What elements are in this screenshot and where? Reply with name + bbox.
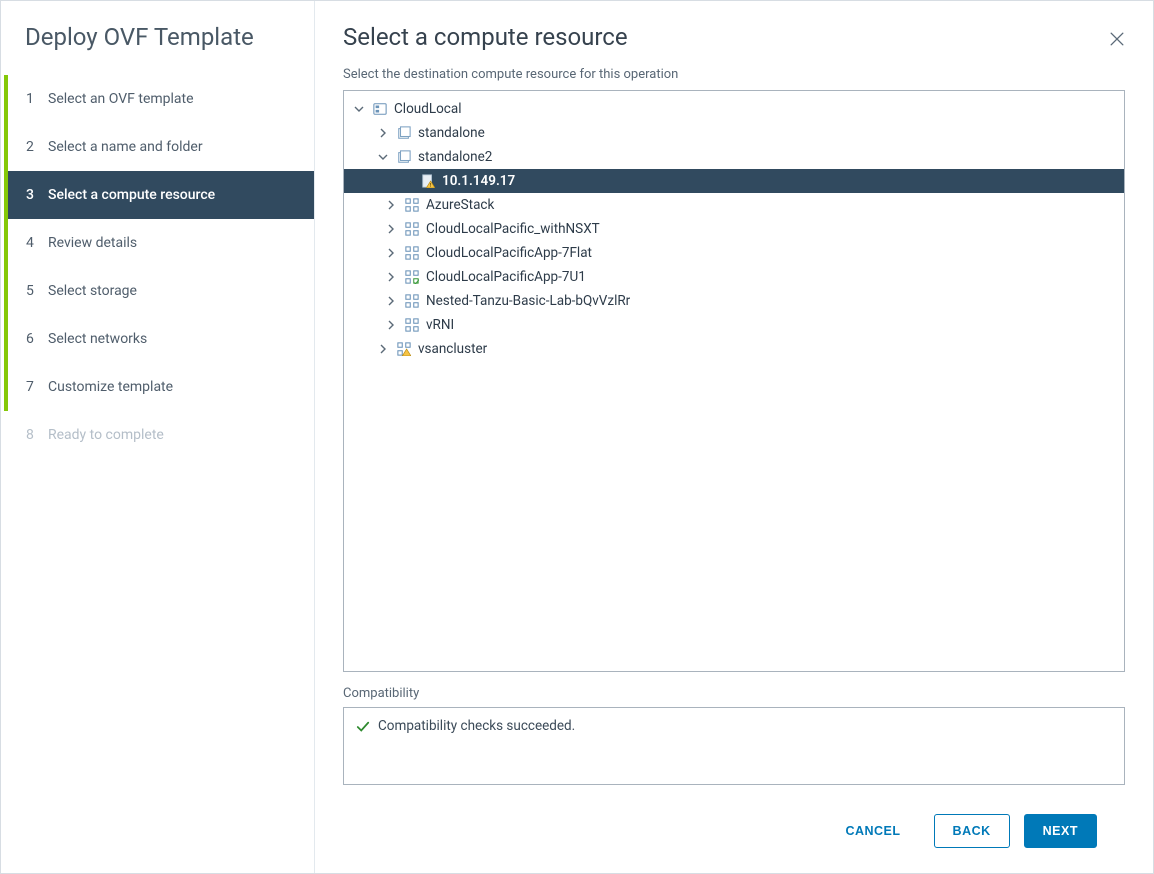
check-icon xyxy=(356,720,370,734)
cluster-icon xyxy=(404,317,420,333)
datacenter-icon xyxy=(372,101,388,117)
compatibility-message: Compatibility checks succeeded. xyxy=(378,718,575,734)
next-button[interactable]: NEXT xyxy=(1024,814,1097,848)
chevron-right-icon[interactable] xyxy=(386,296,400,306)
wizard-footer: CANCEL BACK NEXT xyxy=(343,795,1125,867)
deploy-ovf-dialog: Deploy OVF Template 1 Select an OVF temp… xyxy=(0,0,1154,874)
close-icon xyxy=(1107,29,1127,49)
tree-node-label: CloudLocalPacific_withNSXT xyxy=(426,217,600,241)
tree-node-folder[interactable]: standalone xyxy=(344,121,1124,145)
step-5[interactable]: 5 Select storage xyxy=(4,267,314,315)
step-4[interactable]: 4 Review details xyxy=(4,219,314,267)
chevron-right-icon[interactable] xyxy=(378,344,392,354)
step-number: 6 xyxy=(26,331,48,347)
tree-node-cluster[interactable]: Nested-Tanzu-Basic-Lab-bQvVzlRr xyxy=(344,289,1124,313)
close-button[interactable] xyxy=(1107,29,1129,51)
tree-node-label: AzureStack xyxy=(426,193,494,217)
tree-node-label: standalone xyxy=(418,121,485,145)
folder-icon xyxy=(396,149,412,165)
compute-resource-tree[interactable]: CloudLocal standalone xyxy=(343,90,1125,672)
chevron-right-icon[interactable] xyxy=(386,272,400,282)
step-label: Select networks xyxy=(48,331,147,347)
tree-node-label: CloudLocal xyxy=(394,97,462,121)
host-warning-icon: ! xyxy=(420,173,436,189)
tree-node-label: vRNI xyxy=(426,313,454,337)
step-number: 8 xyxy=(26,427,48,443)
tree-node-label: standalone2 xyxy=(418,145,492,169)
step-label: Select a name and folder xyxy=(48,139,203,155)
cluster-icon xyxy=(404,245,420,261)
wizard-main: Select a compute resource Select the des… xyxy=(315,1,1153,873)
step-7[interactable]: 7 Customize template xyxy=(4,363,314,411)
step-label: Customize template xyxy=(48,379,173,395)
tree-node-label: Nested-Tanzu-Basic-Lab-bQvVzlRr xyxy=(426,289,630,313)
folder-icon xyxy=(396,125,412,141)
step-number: 4 xyxy=(26,235,48,251)
dialog-body-row: Deploy OVF Template 1 Select an OVF temp… xyxy=(1,1,1153,873)
step-6[interactable]: 6 Select networks xyxy=(4,315,314,363)
step-label: Ready to complete xyxy=(48,427,164,443)
step-label: Select a compute resource xyxy=(48,187,215,203)
tree-node-folder[interactable]: standalone2 xyxy=(344,145,1124,169)
compatibility-panel: Compatibility checks succeeded. xyxy=(343,707,1125,785)
chevron-right-icon[interactable] xyxy=(386,320,400,330)
step-number: 3 xyxy=(26,187,48,203)
cancel-button[interactable]: CANCEL xyxy=(826,814,919,848)
chevron-down-icon[interactable] xyxy=(378,152,392,162)
page-title: Select a compute resource xyxy=(343,23,1125,51)
cluster-warning-icon xyxy=(396,341,412,357)
step-8: 8 Ready to complete xyxy=(4,411,314,459)
wizard-sidebar: Deploy OVF Template 1 Select an OVF temp… xyxy=(1,1,315,873)
page-subtitle: Select the destination compute resource … xyxy=(343,67,1125,82)
tree-node-cluster[interactable]: CloudLocalPacificApp-7Flat xyxy=(344,241,1124,265)
tree-node-datacenter[interactable]: CloudLocal xyxy=(344,97,1124,121)
chevron-right-icon[interactable] xyxy=(386,248,400,258)
tree-node-label: 10.1.149.17 xyxy=(442,169,515,193)
step-1[interactable]: 1 Select an OVF template xyxy=(4,75,314,123)
chevron-down-icon[interactable] xyxy=(354,104,368,114)
step-number: 7 xyxy=(26,379,48,395)
tree-node-cluster[interactable]: AzureStack xyxy=(344,193,1124,217)
tree-node-cluster[interactable]: vRNI xyxy=(344,313,1124,337)
step-number: 5 xyxy=(26,283,48,299)
tree-node-cluster[interactable]: CloudLocalPacific_withNSXT xyxy=(344,217,1124,241)
step-label: Select an OVF template xyxy=(48,91,194,107)
step-number: 1 xyxy=(26,91,48,107)
chevron-right-icon[interactable] xyxy=(378,128,392,138)
cluster-green-icon xyxy=(404,269,420,285)
step-3[interactable]: 3 Select a compute resource xyxy=(4,171,314,219)
tree-node-label: CloudLocalPacificApp-7Flat xyxy=(426,241,592,265)
chevron-right-icon[interactable] xyxy=(386,224,400,234)
dialog-title: Deploy OVF Template xyxy=(1,23,314,59)
chevron-right-icon[interactable] xyxy=(386,200,400,210)
step-label: Review details xyxy=(48,235,137,251)
tree-node-label: vsancluster xyxy=(418,337,487,361)
compatibility-label: Compatibility xyxy=(343,686,1125,701)
step-2[interactable]: 2 Select a name and folder xyxy=(4,123,314,171)
wizard-steps: 1 Select an OVF template 2 Select a name… xyxy=(1,75,314,459)
cluster-icon xyxy=(404,197,420,213)
cluster-icon xyxy=(404,293,420,309)
step-number: 2 xyxy=(26,139,48,155)
tree-node-label: CloudLocalPacificApp-7U1 xyxy=(426,265,586,289)
cluster-icon xyxy=(404,221,420,237)
tree-node-cluster[interactable]: CloudLocalPacificApp-7U1 xyxy=(344,265,1124,289)
back-button[interactable]: BACK xyxy=(934,814,1010,848)
tree-node-cluster-warn[interactable]: vsancluster xyxy=(344,337,1124,361)
step-label: Select storage xyxy=(48,283,137,299)
tree-node-host-selected[interactable]: ! 10.1.149.17 xyxy=(344,169,1124,193)
